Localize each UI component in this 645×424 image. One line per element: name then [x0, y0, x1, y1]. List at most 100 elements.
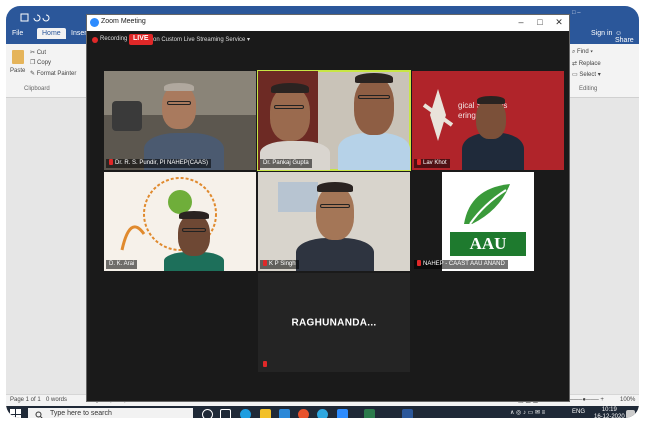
participant-name: Dr. Pankaj Gupta	[260, 159, 312, 168]
participant-name-text: D. K. Arai	[109, 261, 135, 267]
person-hair	[355, 73, 393, 83]
tray-icons[interactable]: ∧ ◎ ♪ ▭ ✉ ≡	[510, 409, 545, 416]
excel-icon[interactable]	[364, 409, 375, 418]
search-icon	[35, 411, 43, 418]
leaf-logo-icon	[464, 184, 510, 225]
person-head	[270, 87, 310, 141]
clipboard-group-label: Clipboard	[24, 86, 50, 92]
video-tile-no-video[interactable]: RAGHUNANDA...	[258, 273, 410, 372]
word-count[interactable]: 0 words	[46, 397, 67, 403]
close-icon[interactable]: ✕	[553, 17, 565, 28]
participant-name: Dr. R. S. Pundir, PI NAHEP(CAAS)	[106, 159, 212, 168]
maximize-icon[interactable]: □	[534, 17, 546, 27]
aau-logo-text: AAU	[450, 232, 526, 256]
cut-label: Cut	[36, 50, 47, 56]
live-service-dropdown[interactable]: on Custom Live Streaming Service ▾	[153, 36, 250, 43]
share-label: Share	[615, 37, 634, 44]
windows-start-icon[interactable]	[10, 409, 22, 418]
find-button[interactable]: ⌕ Find ▾	[572, 49, 593, 56]
video-tile-active-speaker[interactable]: Dr. Pankaj Gupta	[257, 70, 411, 171]
recording-icon	[92, 37, 98, 43]
video-tile[interactable]: D. K. Arai	[104, 172, 256, 271]
edge-beta-icon[interactable]	[317, 409, 328, 418]
participant-name: Lav Khot	[414, 159, 450, 168]
person-hair	[179, 211, 209, 219]
video-tile[interactable]: K P Singh	[258, 172, 410, 271]
participant-name: K P Singh	[260, 260, 299, 269]
select-label: Select	[579, 72, 597, 78]
find-label: Find	[577, 49, 589, 55]
replace-label: Replace	[578, 61, 601, 67]
participant-name-text: Lav Khot	[423, 160, 447, 166]
zoom-app-icon[interactable]	[337, 409, 348, 418]
participant-name-text: K P Singh	[269, 261, 296, 267]
format-painter-button[interactable]: ✎ Format Painter	[30, 70, 76, 77]
share-button[interactable]: ☺ Share	[615, 30, 639, 44]
person-head	[178, 214, 210, 256]
format-painter-label: Format Painter	[36, 71, 77, 77]
zoom-window-title: Zoom Meeting	[101, 18, 146, 25]
glasses	[358, 95, 390, 99]
person-head	[316, 186, 354, 240]
paste-icon[interactable]	[12, 50, 24, 64]
cut-button[interactable]: ✂ Cut	[30, 49, 46, 56]
restore-icon[interactable]: □ –	[572, 10, 581, 16]
chair	[112, 101, 142, 131]
desktop: □ – File Home Insert Sign in ☺ Share Pas…	[6, 6, 639, 418]
word-app-icon[interactable]	[402, 409, 413, 418]
clock-time: 10:19	[601, 407, 617, 413]
paste-button[interactable]: Paste	[10, 68, 25, 74]
select-button[interactable]: ▭ Select ▾	[572, 71, 601, 78]
glasses	[274, 105, 304, 109]
taskbar: Type here to search ∧ ◎ ♪ ▭ ✉ ≡ ENG 10:1…	[6, 406, 639, 418]
participant-status	[260, 361, 272, 370]
person-body	[296, 238, 374, 271]
person-hair	[477, 96, 505, 104]
clock[interactable]: 10:19 16-12-2020	[594, 407, 625, 418]
person-head	[162, 85, 196, 129]
glasses	[320, 204, 350, 208]
zoom-percent[interactable]: 100%	[620, 397, 635, 403]
participant-name: D. K. Arai	[106, 260, 138, 269]
logo-background: AAU	[442, 172, 534, 271]
chrome-icon[interactable]	[298, 409, 309, 418]
tab-file[interactable]: File	[12, 30, 23, 37]
video-tile[interactable]: gical Systems ering Lav Khot	[412, 71, 564, 170]
glasses	[182, 228, 206, 232]
minimize-icon[interactable]: –	[515, 17, 527, 27]
notifications-icon[interactable]	[626, 410, 635, 418]
mic-muted-icon	[109, 159, 113, 165]
recording-label[interactable]: Recording	[100, 36, 127, 42]
zoom-title-bar[interactable]: Zoom Meeting – □ ✕	[87, 15, 569, 31]
person-hair	[164, 83, 194, 91]
sign-in-link[interactable]: Sign in	[591, 30, 612, 37]
quick-access-toolbar[interactable]	[20, 13, 50, 26]
file-explorer-icon[interactable]	[260, 409, 271, 418]
cortana-icon[interactable]	[202, 409, 213, 418]
edge-icon[interactable]	[240, 409, 251, 418]
store-icon[interactable]	[279, 409, 290, 418]
zoom-status-bar: Recording LIVE on Custom Live Streaming …	[87, 31, 569, 49]
video-tile[interactable]: AAU NAHEP - CAAST AAU ANAND	[412, 172, 564, 271]
background-frame	[278, 182, 318, 212]
live-badge[interactable]: LIVE	[129, 34, 153, 45]
copy-label: Copy	[37, 60, 52, 66]
search-placeholder: Type here to search	[50, 410, 112, 417]
participant-display-name: RAGHUNANDA...	[291, 317, 377, 328]
editing-group-label: Editing	[579, 86, 598, 92]
tab-home[interactable]: Home	[37, 28, 66, 39]
participant-name-text: NAHEP - CAAST AAU ANAND	[423, 261, 505, 267]
person-hair	[317, 182, 353, 192]
person-head	[354, 77, 394, 135]
replace-button[interactable]: ⇄ Replace	[572, 60, 601, 67]
participant-name-text: Dr. Pankaj Gupta	[263, 160, 309, 166]
task-view-icon[interactable]	[220, 409, 231, 418]
input-language[interactable]: ENG	[572, 409, 585, 415]
clock-date: 16-12-2020	[594, 414, 625, 418]
save-icon[interactable]	[20, 13, 50, 23]
mic-muted-icon	[417, 159, 421, 165]
copy-button[interactable]: ❐ Copy	[30, 59, 51, 66]
page-count[interactable]: Page 1 of 1	[10, 397, 41, 403]
taskbar-search[interactable]: Type here to search	[28, 408, 193, 418]
video-tile[interactable]: Dr. R. S. Pundir, PI NAHEP(CAAS)	[104, 71, 256, 170]
